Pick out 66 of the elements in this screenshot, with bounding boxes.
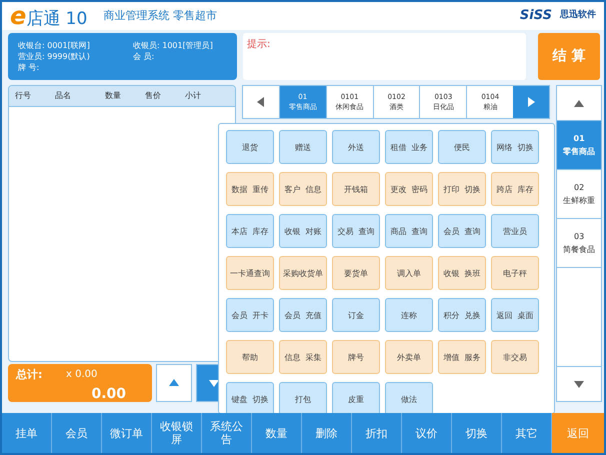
function-button[interactable]: 会员 开卡 [226,298,274,332]
function-button[interactable]: 本店 库存 [226,214,274,248]
function-button[interactable]: 租借 业务 [385,130,433,164]
down-arrow-icon [574,379,584,389]
function-button[interactable]: 连称 [385,298,433,332]
function-button[interactable]: 做法 [385,382,433,416]
info-text: 收银员: 1001[管理员] [133,40,214,51]
function-button[interactable]: 积分 兑换 [438,298,486,332]
function-button[interactable]: 外卖单 [385,340,433,374]
function-button[interactable]: 打包 [279,382,327,416]
left-arrow-icon [256,97,266,107]
function-button[interactable]: 会员 充值 [279,298,327,332]
info-text: 牌 号: [18,62,40,73]
function-button[interactable]: 赠送 [279,130,327,164]
function-button[interactable]: 开钱箱 [332,172,380,206]
total-quantity: x 0.00 [66,368,98,382]
function-button[interactable]: 客户 信息 [279,172,327,206]
function-button[interactable]: 外送 [332,130,380,164]
brand-name: SiSS [520,7,552,26]
next-button[interactable] [513,86,550,118]
function-button[interactable]: 跨店 库存 [491,172,539,206]
info-text: 会 员: [133,51,156,62]
function-button[interactable]: 电子秤 [491,256,539,290]
function-button[interactable]: 订金 [332,298,380,332]
function-button[interactable]: 会员 查询 [438,214,486,248]
logo-mark: e [10,4,26,28]
function-button[interactable]: 收银 对账 [279,214,327,248]
function-button[interactable]: 更改 密码 [385,172,433,206]
function-button[interactable]: 信息 采集 [279,340,327,374]
info-text: 收银台: 0001[联网] [18,40,91,51]
function-button[interactable]: 调入单 [385,256,433,290]
function-button[interactable]: 商品 查询 [385,214,433,248]
function-button[interactable]: 增值 服务 [438,340,486,374]
function-button[interactable]: 便民 [438,130,486,164]
info-text: 营业员: 9999(默认) [18,51,91,62]
function-button[interactable]: 交易 查询 [332,214,380,248]
function-button[interactable]: 营业员 [491,214,539,248]
function-button[interactable]: 收银 换班 [438,256,486,290]
scroll-up-button[interactable] [156,364,192,402]
function-button[interactable]: 皮重 [332,382,380,416]
total-label: 总计: [16,367,44,383]
column-header: 品名 [55,90,72,102]
function-button[interactable]: 采购收货单 [279,256,327,290]
brand-subtitle: 思迅软件 [560,9,596,22]
up-arrow-icon [574,98,584,108]
function-button[interactable]: 退货 [226,130,274,164]
function-button[interactable]: 数据 重传 [226,172,274,206]
function-button[interactable]: 打印 切换 [438,172,486,206]
right-arrow-icon [526,97,536,107]
function-button[interactable]: 键盘 切换 [226,382,274,416]
total-amount: 0.00 [90,384,127,404]
function-button[interactable]: 帮助 [226,340,274,374]
app-subtitle: 商业管理系统 零售超市 [103,8,217,24]
column-header: 行号 [15,90,32,102]
function-button[interactable]: 要货单 [332,256,380,290]
function-button[interactable]: 返回 桌面 [491,298,539,332]
function-button[interactable]: 牌号 [332,340,380,374]
hint-label: 提示: [247,39,270,50]
function-button[interactable]: 一卡通查询 [226,256,274,290]
function-button[interactable]: 网络 切换 [491,130,539,164]
column-header: 数量 [105,90,122,102]
up-arrow-icon [169,378,179,388]
function-button[interactable]: 非交易 [491,340,539,374]
column-header: 小计 [185,90,202,102]
logo-text: 店通 10 [26,11,88,28]
column-header: 售价 [145,90,162,102]
